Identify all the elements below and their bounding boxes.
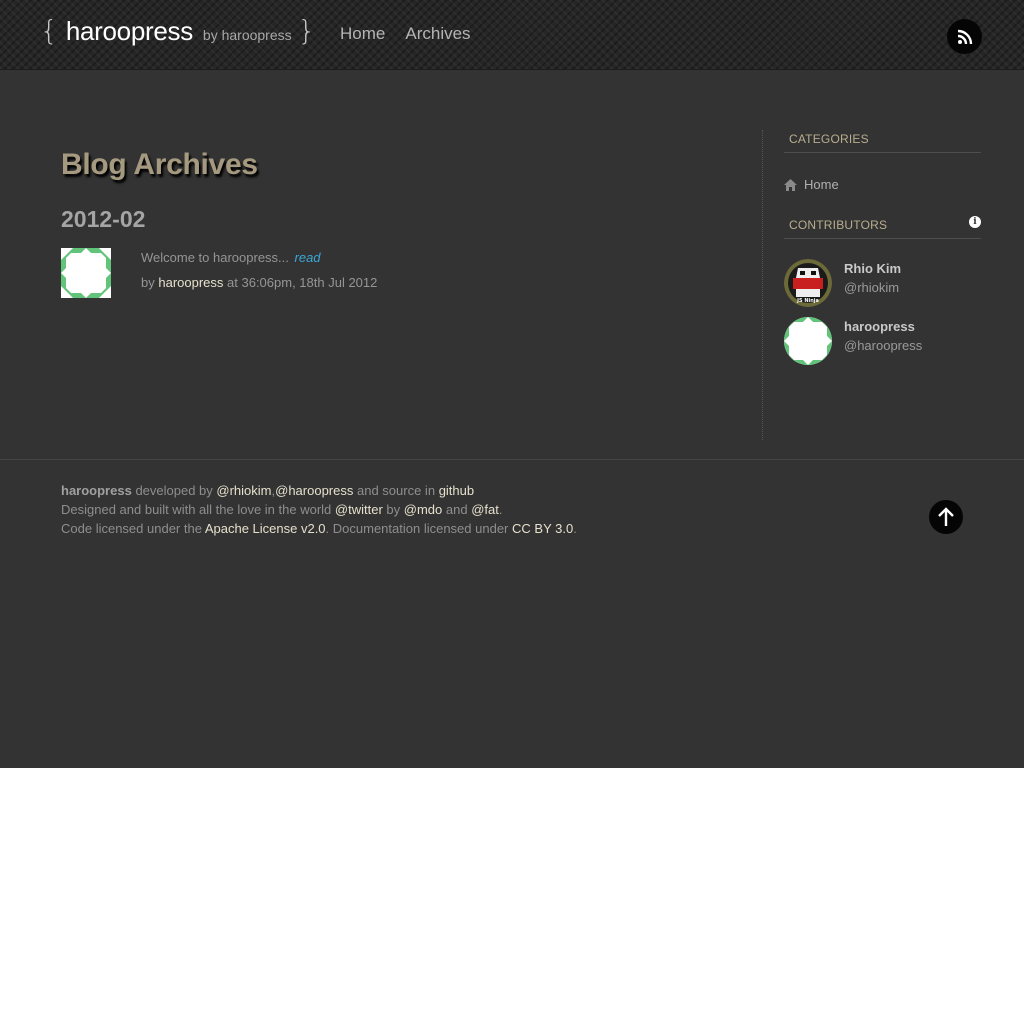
avatar-caption: JS Ninja — [796, 298, 819, 304]
footer-fat-link[interactable]: @fat — [471, 502, 499, 517]
ninja-avatar-image: JS Ninja — [784, 259, 832, 307]
brand-open-brace: { — [40, 14, 58, 47]
rss-button[interactable] — [947, 19, 982, 54]
info-icon[interactable]: i — [969, 216, 981, 228]
footer-line-3: Code licensed under the Apache License v… — [61, 519, 881, 538]
footer-by: by — [386, 502, 401, 517]
footer-cc-link[interactable]: CC BY 3.0 — [512, 521, 573, 536]
page-title: Blog Archives — [61, 148, 258, 181]
contributor-name: haroopress — [844, 319, 915, 334]
footer-code-licensed: Code licensed under the — [61, 521, 202, 536]
home-icon — [784, 178, 797, 191]
footer-line-2: Designed and built with all the love in … — [61, 500, 881, 519]
read-link[interactable]: read — [295, 250, 321, 265]
category-label: Home — [804, 177, 839, 192]
footer-github-link[interactable]: github — [439, 483, 474, 498]
contributor-name: Rhio Kim — [844, 261, 902, 276]
contributor-avatar — [784, 317, 832, 365]
contributor-handle: @rhiokim — [844, 280, 900, 295]
post-body: Welcome to haroopress... read by haroopr… — [141, 248, 377, 298]
identicon-image — [784, 317, 832, 365]
footer-twitter-link[interactable]: @twitter — [335, 502, 383, 517]
post-item: Welcome to haroopress... read by haroopr… — [61, 248, 721, 298]
post-excerpt-line: Welcome to haroopress... read — [141, 250, 377, 265]
footer-developed-by: developed by — [135, 483, 213, 498]
contributor-item[interactable]: JS Ninja Rhio Kim @rhiokim — [784, 259, 981, 307]
footer-apache-link[interactable]: Apache License v2.0 — [205, 521, 326, 536]
footer-divider — [0, 459, 1024, 460]
post-author-avatar[interactable] — [61, 248, 111, 298]
contributor-avatar: JS Ninja — [784, 259, 832, 307]
main-content: Blog Archives 2012-02 Welcome to haroopr… — [61, 140, 721, 298]
post-meta: by haroopress at 36:06pm, 18th Jul 2012 — [141, 275, 377, 290]
rss-icon — [957, 29, 972, 44]
archive-year: 2012-02 — [61, 206, 146, 232]
brand-by: by haroopress — [202, 27, 292, 43]
categories-heading-label: CATEGORIES — [789, 132, 869, 146]
footer-mdo-link[interactable]: @mdo — [404, 502, 443, 517]
sidebar-divider — [762, 130, 763, 440]
nav-home[interactable]: Home — [340, 24, 385, 44]
navbar: { haroopress by haroopress } Home Archiv… — [0, 0, 1024, 70]
footer-period: . — [498, 502, 503, 517]
post-by: by — [141, 275, 155, 290]
back-to-top-button[interactable] — [929, 500, 963, 534]
brand-name: haroopress — [65, 16, 193, 46]
footer-period: . — [573, 521, 577, 536]
nav-archives[interactable]: Archives — [405, 24, 470, 44]
identicon-image — [61, 248, 111, 298]
contributors-heading: CONTRIBUTORS i — [784, 216, 981, 239]
post-excerpt: Welcome to haroopress... — [141, 250, 289, 265]
contributor-handle: @haroopress — [844, 338, 923, 353]
post-author-link[interactable]: haroopress — [158, 275, 223, 290]
main-nav: Home Archives — [340, 24, 471, 44]
footer: haroopress developed by @rhiokim,@haroop… — [61, 481, 881, 538]
sidebar: CATEGORIES Home CONTRIBUTORS i JS Ninja … — [784, 132, 981, 365]
contributor-info: Rhio Kim @rhiokim — [844, 259, 901, 295]
page: { haroopress by haroopress } Home Archiv… — [0, 0, 1024, 768]
footer-and: and — [445, 502, 468, 517]
category-item-home[interactable]: Home — [784, 177, 981, 192]
footer-dev1-link[interactable]: @rhiokim — [216, 483, 271, 498]
brand-close-brace: } — [297, 14, 316, 47]
footer-source-in: and source in — [357, 483, 436, 498]
post-date: at 36:06pm, 18th Jul 2012 — [227, 275, 378, 290]
footer-brand: haroopress — [61, 483, 132, 498]
arrow-up-icon — [938, 507, 954, 526]
contributor-item[interactable]: haroopress @haroopress — [784, 317, 981, 365]
footer-doc-licensed: . Documentation licensed under — [325, 521, 509, 536]
footer-line-1: haroopress developed by @rhiokim,@haroop… — [61, 481, 881, 500]
contributors-heading-label: CONTRIBUTORS — [789, 218, 888, 232]
footer-dev2-link[interactable]: @haroopress — [275, 483, 353, 498]
brand-link[interactable]: { haroopress by haroopress } — [40, 14, 315, 47]
categories-heading: CATEGORIES — [784, 132, 981, 153]
footer-designed: Designed and built with all the love in … — [61, 502, 332, 517]
contributor-info: haroopress @haroopress — [844, 317, 922, 353]
